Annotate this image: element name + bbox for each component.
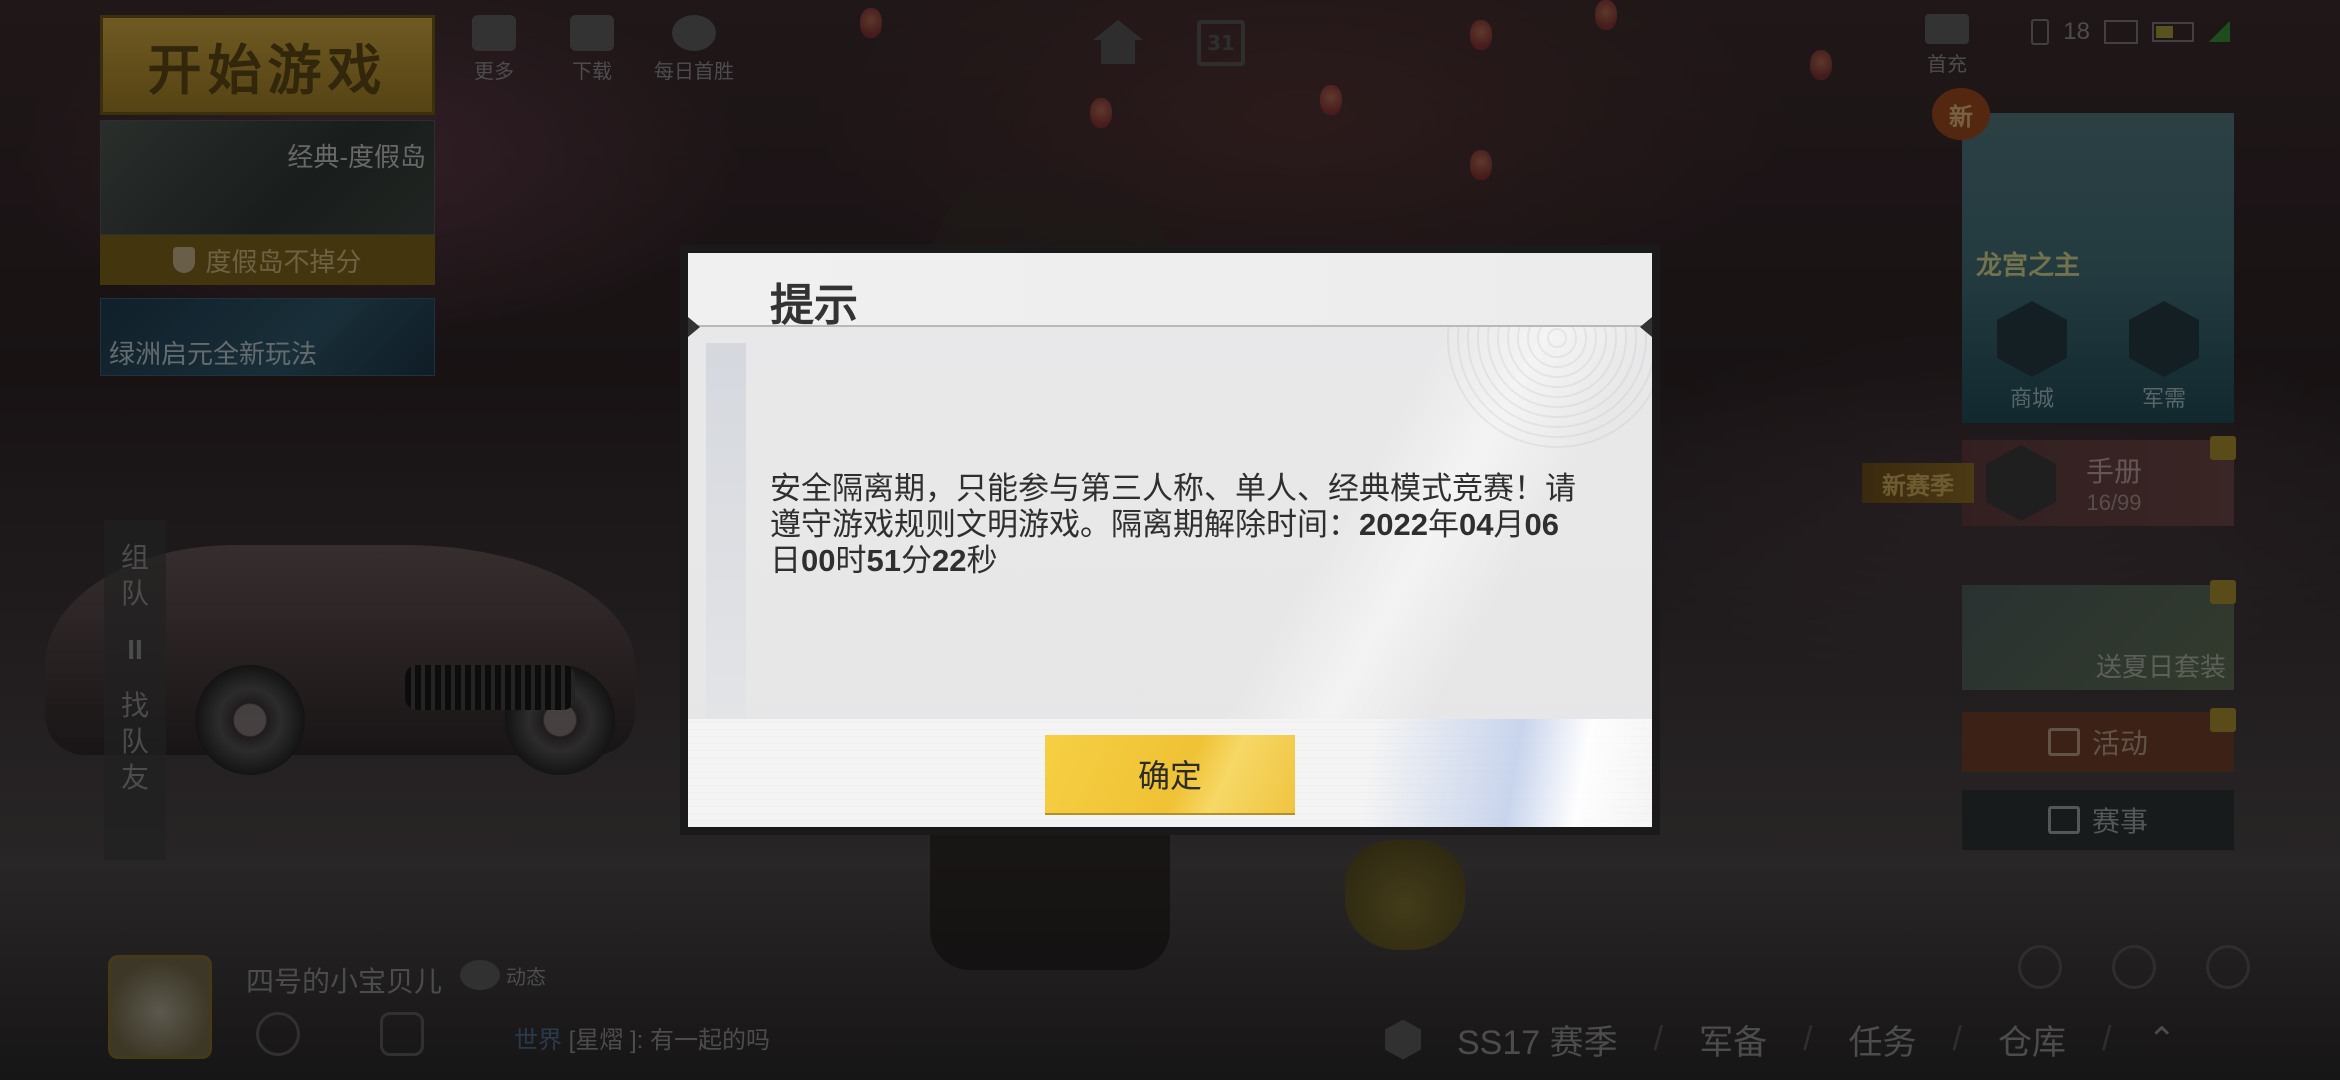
release-hour: 00	[801, 543, 836, 578]
dialog-message: 安全隔离期，只能参与第三人称、单人、经典模式竞赛！请遵守游戏规则文明游戏。隔离期…	[770, 471, 1580, 579]
dialog-body: 提示 安全隔离期，只能参与第三人称、单人、经典模式竞赛！请遵守游戏规则文明游戏。…	[688, 253, 1652, 827]
release-year: 2022	[1359, 507, 1428, 542]
year-unit: 年	[1427, 507, 1459, 542]
release-day: 06	[1524, 507, 1559, 542]
corner-marker	[688, 317, 700, 337]
second-unit: 秒	[966, 543, 998, 578]
minute-unit: 分	[900, 543, 932, 578]
dialog-header: 提示	[688, 253, 1652, 330]
release-second: 22	[931, 543, 967, 578]
hour-unit: 时	[835, 543, 867, 578]
corner-marker	[1640, 317, 1652, 337]
confirm-button[interactable]: 确定	[1045, 735, 1295, 813]
month-unit: 月	[1493, 507, 1525, 542]
day-unit: 日	[770, 543, 801, 578]
dialog-footer: 确定	[688, 719, 1652, 827]
release-minute: 51	[866, 543, 901, 578]
release-month: 04	[1458, 507, 1494, 542]
watermark-strip	[706, 343, 746, 763]
notice-dialog: 提示 安全隔离期，只能参与第三人称、单人、经典模式竞赛！请遵守游戏规则文明游戏。…	[680, 245, 1660, 835]
dialog-title: 提示	[770, 281, 858, 330]
